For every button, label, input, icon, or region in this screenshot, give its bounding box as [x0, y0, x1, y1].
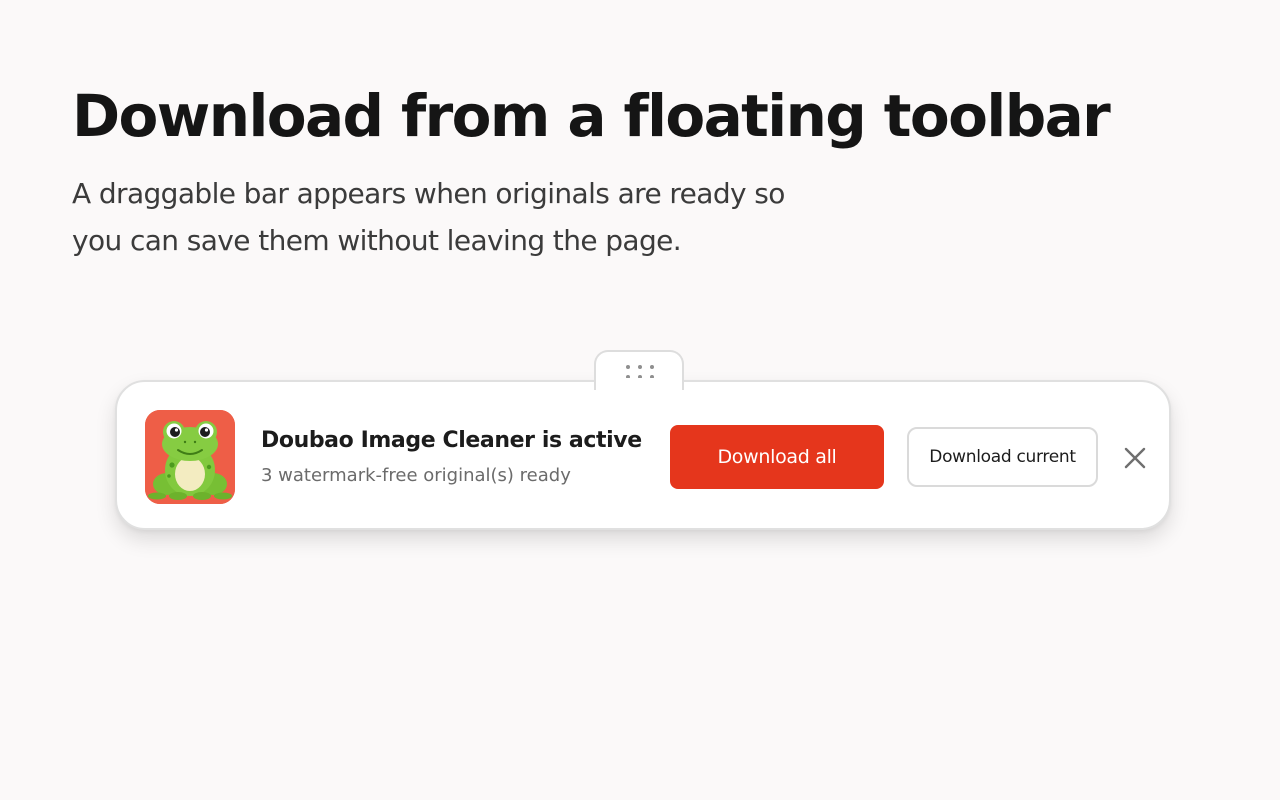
download-all-button[interactable]: Download all	[670, 425, 884, 489]
download-current-button[interactable]: Download current	[907, 427, 1098, 487]
close-button[interactable]	[1117, 440, 1153, 476]
page-subtitle: A draggable bar appears when originals a…	[72, 177, 785, 257]
status-subtitle: 3 watermark-free original(s) ready	[261, 465, 571, 486]
floating-toolbar: Doubao Image Cleaner is active 3 waterma…	[115, 350, 1171, 532]
handle-joint	[596, 378, 682, 384]
toolbar-panel: Doubao Image Cleaner is active 3 waterma…	[115, 380, 1171, 530]
page-title: Download from a floating toolbar	[72, 82, 1111, 150]
status-title: Doubao Image Cleaner is active	[261, 428, 642, 453]
drag-dots-icon	[624, 364, 656, 379]
frog-app-icon	[145, 410, 235, 504]
close-icon	[1124, 447, 1146, 469]
drag-handle[interactable]	[594, 350, 684, 390]
hero-section: Download from a floating toolbar A dragg…	[72, 80, 1172, 264]
